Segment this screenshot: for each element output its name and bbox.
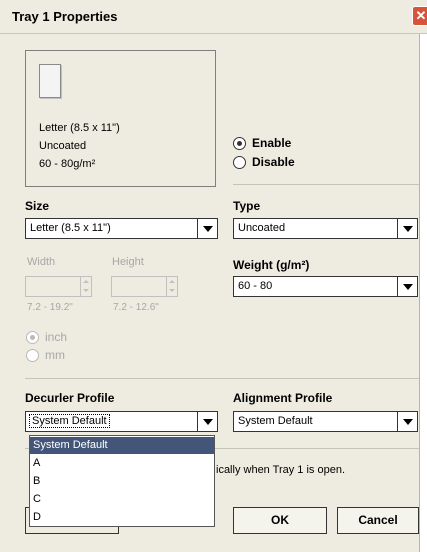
height-label: Height bbox=[112, 256, 144, 268]
radio-selected-icon bbox=[233, 136, 246, 150]
size-value: Letter (8.5 x 11") bbox=[30, 222, 111, 234]
divider bbox=[233, 184, 419, 185]
option-a[interactable]: A bbox=[30, 455, 214, 472]
decurler-dropdown[interactable]: System Default bbox=[25, 411, 218, 432]
unit-inch-label: inch bbox=[45, 330, 68, 344]
ok-button[interactable]: OK bbox=[233, 507, 327, 534]
preview-type: Uncoated bbox=[39, 140, 87, 152]
paper-icon bbox=[39, 64, 61, 98]
size-label: Size bbox=[25, 199, 50, 213]
weight-dropdown[interactable]: 60 - 80 bbox=[233, 276, 418, 297]
disable-label: Disable bbox=[252, 155, 295, 169]
alignment-dropdown[interactable]: System Default bbox=[233, 411, 418, 432]
divider bbox=[25, 378, 419, 379]
option-system-default[interactable]: System Default bbox=[30, 437, 214, 454]
tray-preview-panel: Letter (8.5 x 11") Uncoated 60 - 80g/m² bbox=[25, 50, 216, 187]
width-range: 7.2 - 19.2" bbox=[27, 302, 73, 313]
cancel-button[interactable]: Cancel bbox=[337, 507, 419, 534]
type-dropdown[interactable]: Uncoated bbox=[233, 218, 418, 239]
alignment-value: System Default bbox=[238, 415, 313, 427]
disable-radio[interactable]: Disable bbox=[233, 155, 295, 169]
enable-radio[interactable]: Enable bbox=[233, 136, 291, 150]
unit-mm-label: mm bbox=[45, 348, 65, 362]
chevron-down-icon[interactable] bbox=[397, 412, 417, 431]
unit-mm-radio[interactable]: mm bbox=[26, 348, 65, 362]
chevron-down-icon[interactable] bbox=[197, 412, 217, 431]
height-stepper[interactable] bbox=[111, 276, 178, 297]
chevron-down-icon[interactable] bbox=[397, 219, 417, 238]
info-message: ically when Tray 1 is open. bbox=[216, 464, 346, 476]
close-icon[interactable]: ✕ bbox=[412, 6, 427, 26]
option-c[interactable]: C bbox=[30, 491, 214, 508]
window-title: Tray 1 Properties bbox=[12, 9, 118, 24]
weight-label: Weight (g/m²) bbox=[233, 258, 310, 272]
width-label: Width bbox=[27, 256, 56, 268]
stepper-arrows-icon[interactable] bbox=[166, 277, 177, 296]
type-label: Type bbox=[233, 199, 261, 213]
preview-size: Letter (8.5 x 11") bbox=[39, 122, 120, 134]
preview-weight: 60 - 80g/m² bbox=[39, 158, 96, 170]
height-range: 7.2 - 12.6" bbox=[113, 302, 159, 313]
chevron-down-icon[interactable] bbox=[197, 219, 217, 238]
title-bar: Tray 1 Properties ✕ bbox=[0, 0, 427, 34]
decurler-value: System Default bbox=[29, 414, 110, 428]
size-dropdown[interactable]: Letter (8.5 x 11") bbox=[25, 218, 218, 239]
radio-unselected-icon bbox=[233, 155, 246, 169]
alignment-label: Alignment Profile bbox=[233, 391, 333, 405]
decurler-label: Decurler Profile bbox=[25, 391, 115, 405]
decurler-options-list: System Default A B C D bbox=[29, 435, 215, 527]
radio-unselected-icon bbox=[26, 348, 39, 362]
width-stepper[interactable] bbox=[25, 276, 92, 297]
stepper-arrows-icon[interactable] bbox=[80, 277, 91, 296]
option-b[interactable]: B bbox=[30, 473, 214, 490]
chevron-down-icon[interactable] bbox=[397, 277, 417, 296]
radio-selected-icon bbox=[26, 330, 39, 344]
type-value: Uncoated bbox=[238, 222, 286, 234]
enable-label: Enable bbox=[252, 136, 292, 150]
weight-value: 60 - 80 bbox=[238, 280, 273, 292]
unit-inch-radio[interactable]: inch bbox=[26, 330, 67, 344]
option-d[interactable]: D bbox=[30, 509, 214, 526]
